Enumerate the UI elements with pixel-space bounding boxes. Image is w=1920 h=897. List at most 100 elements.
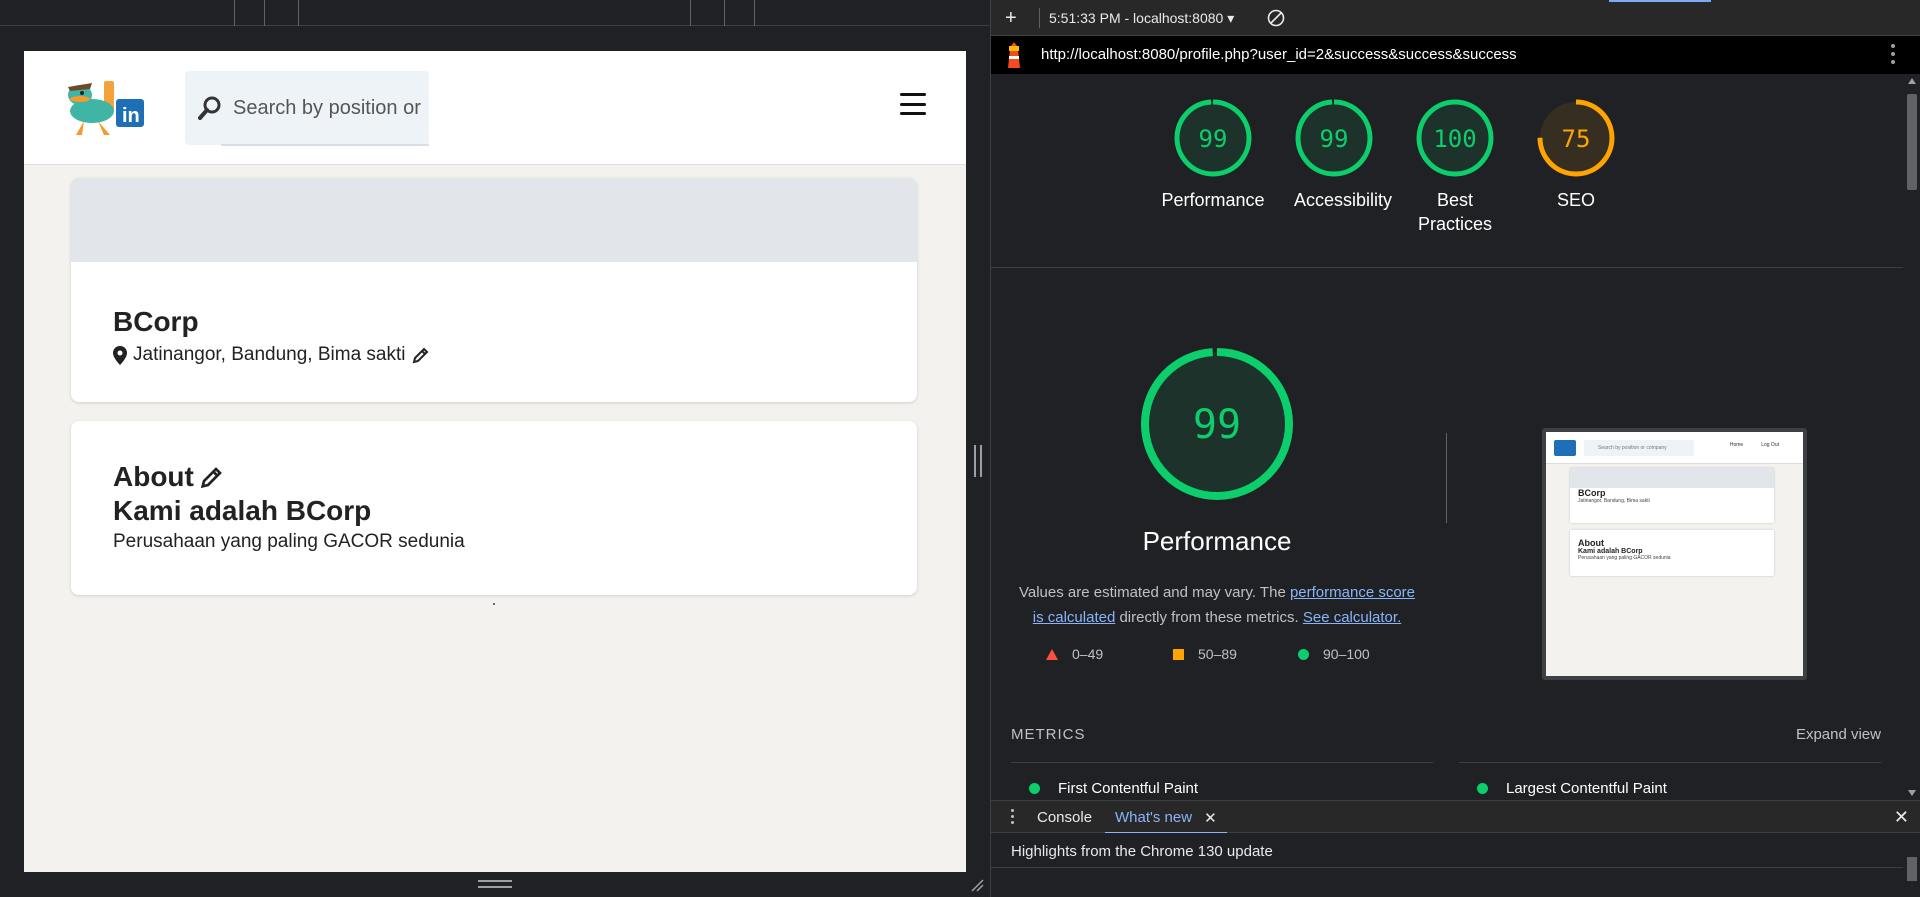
metric-lcp: Largest Contentful Paint — [1477, 780, 1667, 797]
search-input[interactable] — [233, 89, 423, 127]
gauge-label: Performance — [1161, 190, 1265, 210]
thumb-search: Search by position or company — [1584, 440, 1694, 456]
page-viewport: in Search by position or BCorp Jatinango… — [24, 51, 966, 872]
screen: in Search by position or BCorp Jatinango… — [0, 0, 1920, 897]
see-calculator-link[interactable]: See calculator. — [1303, 609, 1401, 626]
vertical-resize-handle[interactable] — [974, 445, 982, 477]
metrics-line-right — [1459, 762, 1881, 763]
fail-triangle-icon — [1046, 648, 1058, 660]
gauge-ring: 75 — [1537, 99, 1615, 177]
report-selector[interactable]: 5:51:33 PM - localhost:8080 ▾ — [1049, 10, 1234, 27]
search-underline — [221, 144, 429, 146]
site-header: in — [24, 51, 966, 165]
performance-section: 99 Performance Values are estimated and … — [991, 268, 1903, 800]
thumb-header: Search by position or company Home Log O… — [1546, 432, 1803, 464]
thumb-about: About — [1578, 538, 1604, 548]
tab-whats-new-label: What's new — [1115, 809, 1193, 826]
gauge-label: SEO — [1556, 190, 1595, 210]
average-square-icon — [1173, 648, 1184, 660]
hamburger-menu-icon[interactable] — [900, 93, 926, 115]
tab-console[interactable]: Console — [1037, 809, 1092, 826]
expand-view-button[interactable]: Expand view — [1796, 726, 1881, 743]
drawer-menu-icon[interactable] — [1011, 809, 1014, 825]
drawer-tabs: Console What's new ✕ ✕ — [991, 800, 1920, 834]
new-report-plus-icon[interactable]: + — [1005, 7, 1017, 30]
gauge-score: 100 — [1433, 125, 1476, 153]
company-location: Jatinangor, Bandung, Bima sakti — [113, 344, 430, 366]
profile-banner — [71, 178, 917, 262]
thumb-name: BCorp — [1578, 488, 1606, 498]
score-gauge-best-practices[interactable]: 100 Best Practices — [1395, 98, 1515, 236]
gauge-score: 75 — [1562, 125, 1591, 153]
site-logo-icon[interactable]: in — [64, 77, 156, 139]
final-screenshot-thumbnail[interactable]: Search by position or company Home Log O… — [1542, 428, 1807, 680]
lighthouse-report: 99 Performance 99 Accessibility 100 Best Prac… — [991, 74, 1903, 800]
drawer-scrollbar[interactable] — [1907, 857, 1917, 881]
thumb-nav-home: Home — [1729, 442, 1744, 448]
search-box[interactable] — [185, 71, 429, 145]
thumb-title: Kami adalah BCorp — [1578, 548, 1643, 555]
performance-description: Values are estimated and may vary. The p… — [1013, 580, 1421, 630]
thumb-location: Jatinangor, Bandung, Bima sakti — [1578, 498, 1650, 504]
report-url-bar: http://localhost:8080/profile.php?user_i… — [991, 36, 1920, 74]
metric-fcp-label: First Contentful Paint — [1058, 780, 1199, 797]
about-title: Kami adalah BCorp — [113, 495, 372, 526]
gauge-label: Best Practices — [1417, 190, 1493, 234]
gauge-score: 99 — [1320, 125, 1349, 153]
legend-pass: 90–100 — [1298, 646, 1370, 662]
score-gauge-seo[interactable]: 75 SEO — [1516, 98, 1636, 212]
desc-text-2: directly from these metrics. — [1115, 609, 1303, 626]
performance-big-gauge: 99 — [1141, 348, 1293, 500]
thumb-profile-card: BCorp Jatinangor, Bandung, Bima sakti — [1570, 468, 1774, 523]
location-pin-icon — [113, 345, 127, 365]
edit-about-pencil-icon[interactable] — [200, 465, 224, 489]
report-scrollbar[interactable] — [1903, 74, 1920, 800]
metrics-line-left — [1011, 762, 1433, 763]
horizontal-resize-handle[interactable] — [478, 880, 512, 888]
legend-average: 50–89 — [1173, 646, 1237, 662]
legend-fail: 0–49 — [1046, 646, 1103, 662]
device-ruler — [0, 0, 990, 26]
legend-fail-text: 0–49 — [1072, 646, 1104, 662]
report-url: http://localhost:8080/profile.php?user_i… — [1041, 46, 1517, 63]
device-bottom-bar — [0, 872, 990, 897]
pass-circle-icon — [1477, 783, 1488, 794]
scrollbar-thumb[interactable] — [1907, 94, 1917, 190]
toolbar-separator — [1039, 8, 1040, 28]
about-description: Perusahaan yang paling GACOR sedunia — [113, 531, 465, 552]
score-gauge-performance[interactable]: 99 Performance — [1153, 98, 1273, 212]
gauge-label: Accessibility — [1294, 190, 1393, 210]
gauge-score: 99 — [1199, 125, 1228, 153]
thumb-nav-logout: Log Out — [1761, 442, 1779, 448]
device-emulation-pane: in Search by position or BCorp Jatinango… — [0, 0, 990, 897]
gauge-ring: 99 — [1295, 99, 1373, 177]
report-menu-icon[interactable] — [1891, 44, 1895, 64]
edit-location-pencil-icon[interactable] — [412, 346, 430, 364]
scroll-down-icon[interactable] — [1908, 790, 1916, 796]
thumb-body: BCorp Jatinangor, Bandung, Bima sakti Ab… — [1546, 464, 1803, 676]
pass-circle-icon — [1029, 783, 1040, 794]
lighthouse-icon — [1008, 42, 1020, 68]
corner-resize-icon[interactable] — [970, 878, 984, 892]
gauge-ring: 100 — [1416, 99, 1494, 177]
tab-whats-new[interactable]: What's new ✕ — [1105, 801, 1227, 834]
thumb-about-card: About Kami adalah BCorp Perusahaan yang … — [1570, 530, 1774, 576]
section-divider — [1446, 433, 1447, 523]
about-heading: About — [113, 461, 224, 493]
score-gauge-accessibility[interactable]: 99 Accessibility — [1274, 98, 1394, 212]
close-drawer-icon[interactable]: ✕ — [1894, 807, 1909, 828]
lighthouse-toolbar: + 5:51:33 PM - localhost:8080 ▾ — [991, 0, 1920, 36]
svg-text:in: in — [122, 105, 140, 127]
clear-block-icon[interactable] — [1267, 9, 1285, 27]
page-dot — [493, 603, 495, 605]
thumb-logo — [1554, 440, 1576, 456]
close-tab-icon[interactable]: ✕ — [1204, 809, 1217, 832]
company-name: BCorp — [113, 306, 199, 337]
metric-fcp: First Contentful Paint — [1029, 780, 1198, 797]
drawer-body: Highlights from the Chrome 130 update — [991, 833, 1920, 897]
scroll-up-icon[interactable] — [1908, 78, 1916, 84]
performance-title: Performance — [1142, 526, 1292, 556]
score-gauges: 99 Performance 99 Accessibility 100 Best Prac… — [991, 74, 1903, 268]
pass-circle-icon — [1298, 648, 1309, 660]
performance-big-score: 99 — [1193, 402, 1241, 448]
